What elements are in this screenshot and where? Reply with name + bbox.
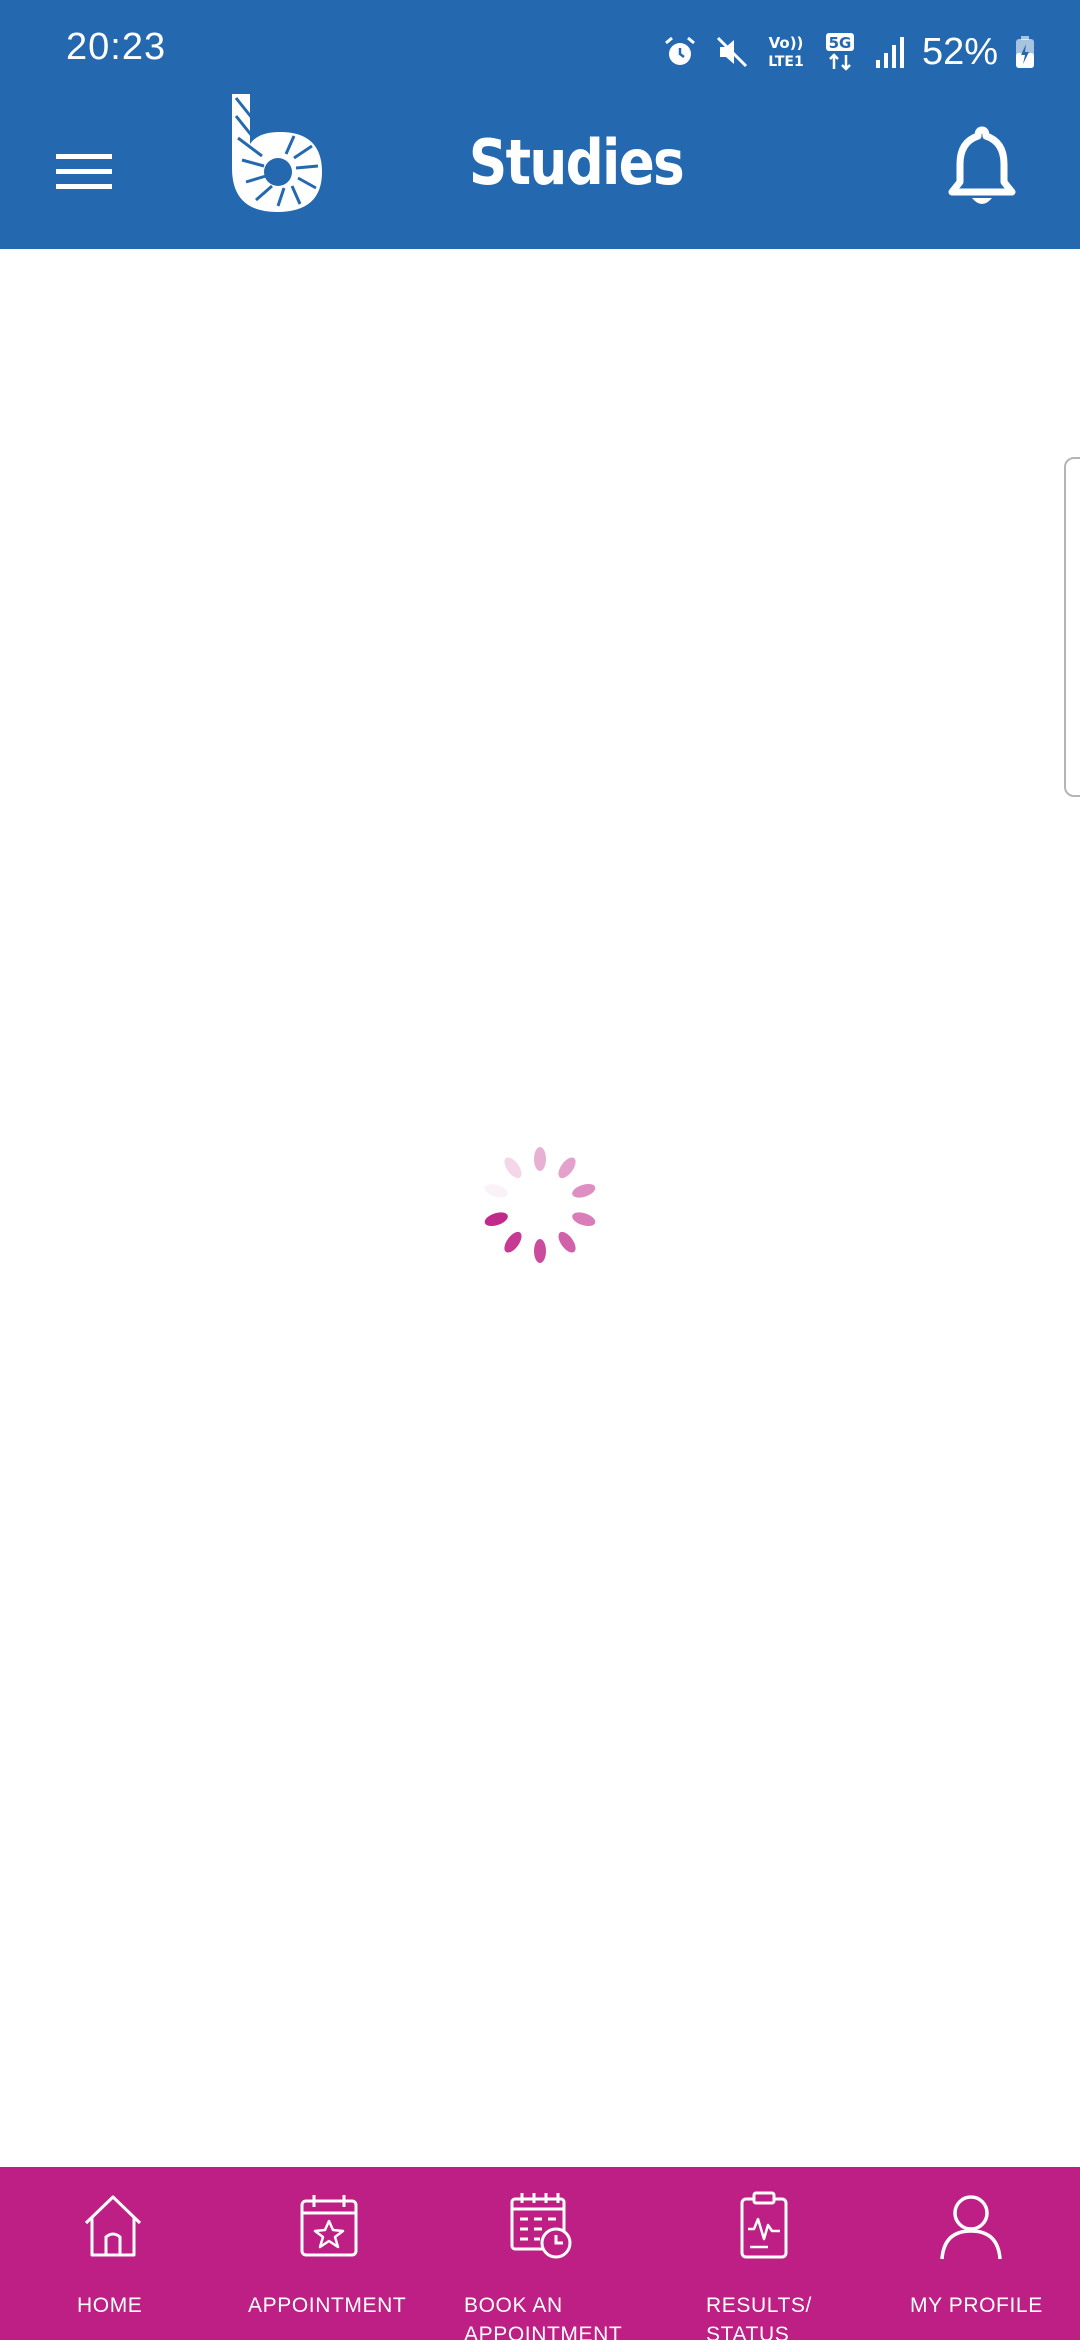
status-bar: 20:23 Vo)) LTE1 5G 52% (0, 0, 1080, 96)
nav-results-status[interactable]: RESULTS/ STATUS (676, 2191, 876, 2340)
bottom-navigation: HOME APPOINTMENT BOOK AN APPOINTMENT RES… (0, 2167, 1080, 2340)
nav-my-profile[interactable]: MY PROFILE (880, 2191, 1080, 2331)
battery-icon (1016, 36, 1034, 68)
hamburger-menu-button[interactable] (52, 140, 116, 204)
lte-text: LTE1 (768, 54, 803, 70)
spinner-segment (504, 1157, 522, 1179)
nav-my-profile-label: MY PROFILE (910, 2294, 1043, 2317)
signal-icon (875, 37, 904, 68)
nav-appointment[interactable]: APPOINTMENT (224, 2191, 424, 2331)
spinner-segment (558, 1231, 576, 1253)
spinner-segment (534, 1239, 546, 1263)
spinner-segment (484, 1183, 508, 1198)
nav-book-appointment[interactable]: BOOK AN APPOINTMENT (440, 2191, 640, 2340)
spinner-segment (558, 1157, 576, 1179)
nav-appointment-label: APPOINTMENT (248, 2294, 407, 2317)
spinner-segment (484, 1212, 508, 1227)
5g-text: 5G (829, 34, 852, 52)
spinner-segment (572, 1212, 596, 1227)
edge-panel-handle[interactable] (1064, 457, 1080, 797)
home-icon (84, 2195, 142, 2257)
studies-screen: 20:23 Vo)) LTE1 5G 52% Studies HOME APPO… (0, 0, 1080, 2340)
5g-icon: 5G (825, 33, 854, 71)
status-time: 20:23 (66, 26, 167, 68)
battery-percent: 52% (921, 30, 998, 73)
person-icon (940, 2195, 1002, 2260)
spinner-segment (534, 1147, 546, 1171)
loading-spinner (484, 1147, 596, 1263)
spinner-segment (572, 1183, 596, 1198)
calendar-clock-icon (510, 2193, 572, 2259)
volte-icon: Vo)) LTE1 (768, 34, 804, 70)
nav-book-appointment-label: BOOK AN APPOINTMENT (464, 2294, 623, 2340)
content-area (0, 249, 1080, 2167)
alarm-icon (664, 36, 695, 65)
app-header: Studies (0, 94, 1080, 249)
nav-home-label: HOME (77, 2294, 143, 2317)
volte-text: Vo)) (769, 34, 804, 52)
clipboard-chart-icon (740, 2191, 788, 2259)
nav-results-status-label: RESULTS/ STATUS (706, 2294, 812, 2340)
hamburger-menu-icon (56, 154, 112, 189)
bell-icon[interactable] (942, 124, 1022, 210)
spinner-segment (504, 1231, 522, 1253)
nav-home[interactable]: HOME (8, 2191, 208, 2331)
page-title: Studies (468, 126, 685, 199)
status-icons: Vo)) LTE1 5G 52% (662, 24, 1036, 80)
calendar-star-icon (300, 2195, 358, 2257)
mute-icon (716, 36, 747, 68)
